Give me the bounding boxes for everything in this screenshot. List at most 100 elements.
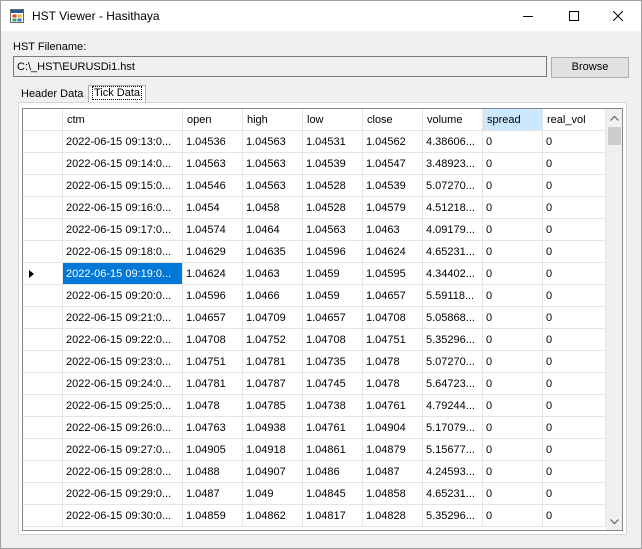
cell-high[interactable]: 1.04862 bbox=[243, 505, 303, 527]
row-header[interactable] bbox=[23, 395, 63, 417]
cell-low[interactable]: 1.0486 bbox=[303, 461, 363, 483]
cell-real-vol[interactable]: 0 bbox=[543, 329, 606, 351]
tick-data-grid[interactable]: ctm open high low close volume spread re… bbox=[22, 108, 623, 531]
filename-field[interactable] bbox=[13, 56, 547, 77]
cell-spread[interactable]: 0 bbox=[483, 395, 543, 417]
table-row[interactable]: 2022-06-15 09:20:0... 1.04596 1.0466 1.0459… bbox=[23, 285, 606, 307]
cell-low[interactable]: 1.04745 bbox=[303, 373, 363, 395]
table-row[interactable]: 2022-06-15 09:26:0... 1.04763 1.04938 1.047… bbox=[23, 417, 606, 439]
cell-real-vol[interactable]: 0 bbox=[543, 219, 606, 241]
cell-close[interactable]: 1.0463 bbox=[363, 219, 423, 241]
cell-low[interactable]: 1.04531 bbox=[303, 131, 363, 153]
cell-volume[interactable]: 5.17079... bbox=[423, 417, 483, 439]
cell-volume[interactable]: 4.34402... bbox=[423, 263, 483, 285]
cell-high[interactable]: 1.0466 bbox=[243, 285, 303, 307]
cell-high[interactable]: 1.04785 bbox=[243, 395, 303, 417]
cell-high[interactable]: 1.04709 bbox=[243, 307, 303, 329]
cell-close[interactable]: 1.0487 bbox=[363, 461, 423, 483]
cell-volume[interactable]: 5.35296... bbox=[423, 329, 483, 351]
cell-close[interactable]: 1.04761 bbox=[363, 395, 423, 417]
cell-close[interactable]: 1.04708 bbox=[363, 307, 423, 329]
cell-low[interactable]: 1.04528 bbox=[303, 197, 363, 219]
cell-low[interactable]: 1.04761 bbox=[303, 417, 363, 439]
row-header[interactable] bbox=[23, 285, 63, 307]
browse-button[interactable]: Browse bbox=[551, 57, 629, 78]
table-row[interactable]: 2022-06-15 09:15:0... 1.04546 1.04563 1.045… bbox=[23, 175, 606, 197]
cell-low[interactable]: 1.0459 bbox=[303, 263, 363, 285]
column-header-low[interactable]: low bbox=[303, 109, 363, 131]
cell-volume[interactable]: 5.07270... bbox=[423, 351, 483, 373]
table-row[interactable]: 2022-06-15 09:17:0... 1.04574 1.0464 1.0456… bbox=[23, 219, 606, 241]
cell-open[interactable]: 1.04536 bbox=[183, 131, 243, 153]
cell-real-vol[interactable]: 0 bbox=[543, 175, 606, 197]
cell-ctm[interactable]: 2022-06-15 09:15:0... bbox=[63, 175, 183, 197]
cell-spread[interactable]: 0 bbox=[483, 505, 543, 527]
cell-ctm[interactable]: 2022-06-15 09:27:0... bbox=[63, 439, 183, 461]
row-header[interactable] bbox=[23, 175, 63, 197]
row-header[interactable] bbox=[23, 131, 63, 153]
cell-real-vol[interactable]: 0 bbox=[543, 373, 606, 395]
cell-high[interactable]: 1.04563 bbox=[243, 175, 303, 197]
table-row[interactable]: 2022-06-15 09:30:0... 1.04859 1.04862 1.048… bbox=[23, 505, 606, 527]
column-header-open[interactable]: open bbox=[183, 109, 243, 131]
cell-high[interactable]: 1.04907 bbox=[243, 461, 303, 483]
row-header[interactable] bbox=[23, 329, 63, 351]
table-row[interactable]: 2022-06-15 09:25:0... 1.0478 1.04785 1.0473… bbox=[23, 395, 606, 417]
row-header[interactable] bbox=[23, 263, 63, 285]
cell-ctm[interactable]: 2022-06-15 09:24:0... bbox=[63, 373, 183, 395]
cell-close[interactable]: 1.04595 bbox=[363, 263, 423, 285]
table-row[interactable]: 2022-06-15 09:24:0... 1.04781 1.04787 1.047… bbox=[23, 373, 606, 395]
cell-close[interactable]: 1.0478 bbox=[363, 351, 423, 373]
scroll-up-button[interactable] bbox=[606, 109, 622, 126]
row-header[interactable] bbox=[23, 505, 63, 527]
cell-low[interactable]: 1.04528 bbox=[303, 175, 363, 197]
tab-tick-data[interactable]: Tick Data bbox=[88, 85, 147, 103]
cell-open[interactable]: 1.04751 bbox=[183, 351, 243, 373]
cell-spread[interactable]: 0 bbox=[483, 219, 543, 241]
cell-low[interactable]: 1.04596 bbox=[303, 241, 363, 263]
cell-volume[interactable]: 5.15677... bbox=[423, 439, 483, 461]
cell-spread[interactable]: 0 bbox=[483, 307, 543, 329]
cell-open[interactable]: 1.04596 bbox=[183, 285, 243, 307]
cell-high[interactable]: 1.049 bbox=[243, 483, 303, 505]
cell-spread[interactable]: 0 bbox=[483, 153, 543, 175]
cell-close[interactable]: 1.04539 bbox=[363, 175, 423, 197]
cell-real-vol[interactable]: 0 bbox=[543, 461, 606, 483]
table-row[interactable]: 2022-06-15 09:16:0... 1.0454 1.0458 1.04528… bbox=[23, 197, 606, 219]
table-row[interactable]: 2022-06-15 09:14:0... 1.04563 1.04563 1.045… bbox=[23, 153, 606, 175]
cell-close[interactable]: 1.0478 bbox=[363, 373, 423, 395]
column-header-ctm[interactable]: ctm bbox=[63, 109, 183, 131]
cell-ctm[interactable]: 2022-06-15 09:13:0... bbox=[63, 131, 183, 153]
cell-open[interactable]: 1.04563 bbox=[183, 153, 243, 175]
column-header-high[interactable]: high bbox=[243, 109, 303, 131]
cell-ctm[interactable]: 2022-06-15 09:20:0... bbox=[63, 285, 183, 307]
vertical-scrollbar[interactable] bbox=[606, 109, 622, 530]
row-header[interactable] bbox=[23, 241, 63, 263]
cell-ctm[interactable]: 2022-06-15 09:22:0... bbox=[63, 329, 183, 351]
cell-spread[interactable]: 0 bbox=[483, 483, 543, 505]
cell-open[interactable]: 1.04546 bbox=[183, 175, 243, 197]
cell-real-vol[interactable]: 0 bbox=[543, 197, 606, 219]
cell-high[interactable]: 1.04787 bbox=[243, 373, 303, 395]
cell-high[interactable]: 1.04635 bbox=[243, 241, 303, 263]
cell-low[interactable]: 1.04539 bbox=[303, 153, 363, 175]
cell-low[interactable]: 1.0459 bbox=[303, 285, 363, 307]
cell-real-vol[interactable]: 0 bbox=[543, 131, 606, 153]
cell-real-vol[interactable]: 0 bbox=[543, 395, 606, 417]
cell-ctm[interactable]: 2022-06-15 09:19:0... bbox=[63, 263, 183, 285]
cell-ctm[interactable]: 2022-06-15 09:17:0... bbox=[63, 219, 183, 241]
cell-high[interactable]: 1.0458 bbox=[243, 197, 303, 219]
cell-low[interactable]: 1.04708 bbox=[303, 329, 363, 351]
cell-volume[interactable]: 5.35296... bbox=[423, 505, 483, 527]
cell-close[interactable]: 1.04904 bbox=[363, 417, 423, 439]
cell-high[interactable]: 1.0463 bbox=[243, 263, 303, 285]
cell-volume[interactable]: 5.07270... bbox=[423, 175, 483, 197]
cell-low[interactable]: 1.04861 bbox=[303, 439, 363, 461]
scroll-down-button[interactable] bbox=[606, 513, 622, 530]
cell-low[interactable]: 1.04845 bbox=[303, 483, 363, 505]
table-row[interactable]: 2022-06-15 09:28:0... 1.0488 1.04907 1.0486… bbox=[23, 461, 606, 483]
cell-open[interactable]: 1.0478 bbox=[183, 395, 243, 417]
table-row[interactable]: 2022-06-15 09:29:0... 1.0487 1.049 1.04845 1… bbox=[23, 483, 606, 505]
cell-low[interactable]: 1.04738 bbox=[303, 395, 363, 417]
cell-ctm[interactable]: 2022-06-15 09:23:0... bbox=[63, 351, 183, 373]
